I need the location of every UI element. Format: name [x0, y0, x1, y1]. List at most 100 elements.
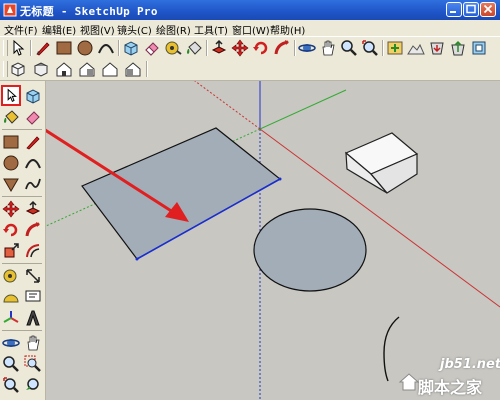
paint-bucket-icon[interactable]: [185, 39, 203, 57]
offset-icon[interactable]: [24, 242, 42, 260]
component-icon[interactable]: [24, 87, 42, 105]
axes-icon[interactable]: [2, 309, 20, 327]
menu-tools[interactable]: 工具(T): [194, 22, 228, 37]
menu-help[interactable]: 帮助(H): [270, 22, 305, 37]
eraser-icon[interactable]: [143, 39, 161, 57]
move-icon[interactable]: [2, 200, 20, 218]
arc-icon[interactable]: [97, 39, 115, 57]
toolbar-separator: [118, 40, 120, 56]
menu-draw[interactable]: 绘图(R): [156, 22, 191, 37]
sketchup-app-icon: [3, 3, 17, 17]
left-toolbar: [0, 81, 46, 400]
tape-measure-icon[interactable]: [164, 39, 182, 57]
zoom-icon[interactable]: [2, 355, 20, 373]
arc-curve[interactable]: [383, 316, 400, 382]
zoom-icon[interactable]: [340, 39, 358, 57]
circle-icon[interactable]: [76, 39, 94, 57]
pan-icon[interactable]: [24, 334, 42, 352]
toggle-terrain-icon[interactable]: [407, 39, 425, 57]
text-icon[interactable]: [24, 288, 42, 306]
toolbar-separator: [382, 40, 384, 56]
menu-camera[interactable]: 镜头(C): [117, 22, 152, 37]
orbit-icon[interactable]: [2, 334, 20, 352]
close-button[interactable]: [480, 2, 496, 17]
toolbar-divider: [2, 129, 42, 130]
zoom-extents-icon[interactable]: [361, 39, 379, 57]
zoom-window-icon[interactable]: [24, 355, 42, 373]
move-icon[interactable]: [231, 39, 249, 57]
share-model-icon[interactable]: [449, 39, 467, 57]
select-icon: [7, 88, 17, 103]
menu-edit[interactable]: 编辑(E): [42, 22, 76, 37]
protractor-icon[interactable]: [2, 288, 20, 306]
left-view-icon[interactable]: [124, 60, 142, 78]
follow-me-icon[interactable]: [24, 221, 42, 239]
rectangle-icon[interactable]: [2, 133, 20, 151]
polygon-icon[interactable]: [2, 175, 20, 193]
zoom-extents-icon[interactable]: [2, 376, 20, 394]
toolbar-separator: [206, 40, 208, 56]
previous-view-icon[interactable]: [24, 376, 42, 394]
toolbar-grip[interactable]: [3, 40, 8, 56]
back-view-icon[interactable]: [101, 60, 119, 78]
get-models-icon[interactable]: [428, 39, 446, 57]
red-axis-negative: [194, 81, 261, 130]
rectangle-icon[interactable]: [55, 39, 73, 57]
edge-endpoint: [278, 177, 282, 181]
circle-icon[interactable]: [2, 154, 20, 172]
drawing-viewport[interactable]: [46, 81, 500, 400]
rotate-icon[interactable]: [2, 221, 20, 239]
toolbar-divider: [2, 196, 42, 197]
menu-window[interactable]: 窗口(W): [232, 22, 270, 37]
pencil-icon[interactable]: [34, 39, 52, 57]
add-location-icon[interactable]: [386, 39, 404, 57]
minimize-button[interactable]: [446, 2, 462, 17]
green-axis: [259, 89, 347, 130]
push-pull-icon[interactable]: [210, 39, 228, 57]
rectangle-face[interactable]: [81, 127, 282, 260]
scale-icon[interactable]: [2, 242, 20, 260]
paint-icon[interactable]: [2, 108, 20, 126]
front-view-icon[interactable]: [55, 60, 73, 78]
menu-bar: 文件(F) 编辑(E) 视图(V) 镜头(C) 绘图(R) 工具(T) 窗口(W…: [0, 20, 500, 37]
minimize-icon: [450, 11, 456, 13]
menu-file[interactable]: 文件(F): [4, 22, 38, 37]
toolbar-divider: [2, 263, 42, 264]
toolbar-separator: [146, 61, 148, 77]
right-view-icon[interactable]: [78, 60, 96, 78]
3d-text-icon[interactable]: [24, 309, 42, 327]
watermark-site: jb51.net: [440, 357, 500, 372]
top-view-icon[interactable]: [32, 60, 50, 78]
select-arrow-icon[interactable]: [9, 39, 27, 57]
toolbar-separator: [30, 40, 32, 56]
circle-face[interactable]: [253, 208, 367, 292]
maximize-button[interactable]: [463, 2, 479, 17]
pan-icon[interactable]: [319, 39, 337, 57]
box-component[interactable]: [344, 132, 419, 194]
arc-icon[interactable]: [24, 154, 42, 172]
extension-icon[interactable]: [470, 39, 488, 57]
edge-endpoint: [135, 257, 139, 261]
title-bar: 无标题 - SketchUp Pro: [0, 0, 500, 20]
push-pull-icon[interactable]: [24, 200, 42, 218]
make-component-icon[interactable]: [122, 39, 140, 57]
watermark-house-icon: [398, 373, 420, 391]
orbit-icon[interactable]: [298, 39, 316, 57]
window-title: 无标题 - SketchUp Pro: [20, 5, 158, 18]
menu-view[interactable]: 视图(V): [80, 22, 115, 37]
line-icon[interactable]: [24, 133, 42, 151]
rotate-icon[interactable]: [252, 39, 270, 57]
toolbar-divider: [2, 330, 42, 331]
main-toolbar: [0, 36, 500, 60]
iso-view-icon[interactable]: [9, 60, 27, 78]
tape-measure-icon[interactable]: [2, 267, 20, 285]
toolbar-grip[interactable]: [3, 61, 8, 77]
freehand-icon[interactable]: [24, 175, 42, 193]
model-canvas[interactable]: [46, 81, 500, 400]
watermark-name: 脚本之家: [418, 378, 483, 397]
select-tool-highlight[interactable]: [1, 85, 21, 106]
follow-me-icon[interactable]: [273, 39, 291, 57]
dimension-icon[interactable]: [24, 267, 42, 285]
eraser-icon[interactable]: [24, 108, 42, 126]
toolbar-separator: [294, 40, 296, 56]
